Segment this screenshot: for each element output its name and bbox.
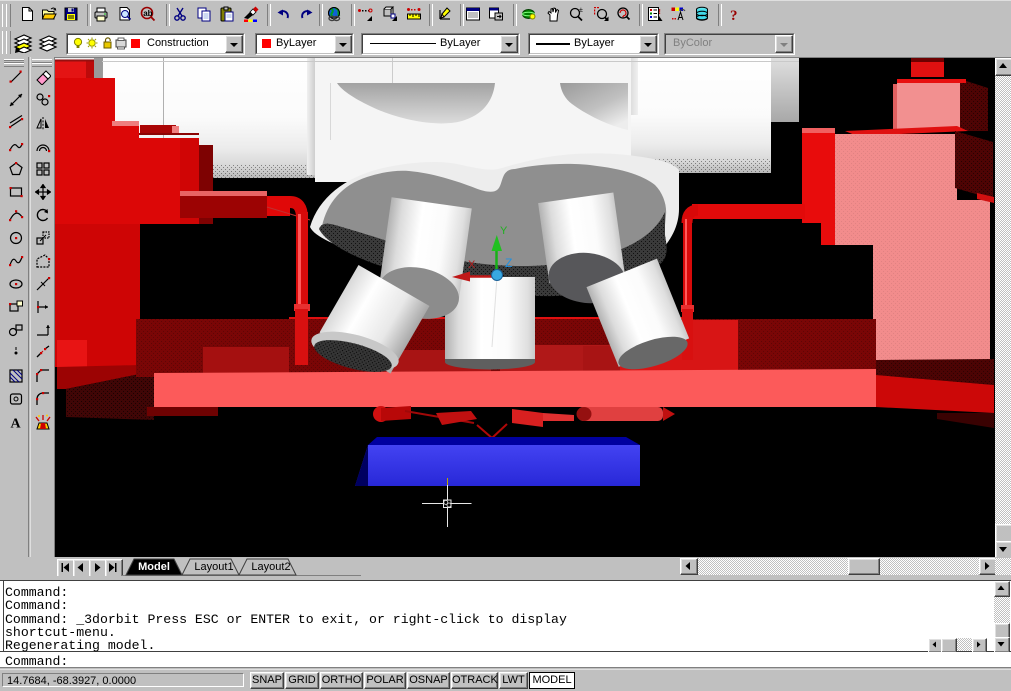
svg-text:?: ? [730,8,738,22]
svg-text:±: ± [579,7,583,14]
svg-text:Layout1: Layout1 [194,561,233,573]
svg-text:!: ! [659,9,661,16]
svg-text:X: X [468,259,476,271]
svg-text:Z: Z [505,256,512,270]
svg-text:A: A [11,417,22,431]
svg-text:Model: Model [138,561,170,573]
svg-text:Y: Y [500,225,508,237]
svg-text:Layout2: Layout2 [251,561,290,573]
svg-text:ab: ab [143,9,152,18]
